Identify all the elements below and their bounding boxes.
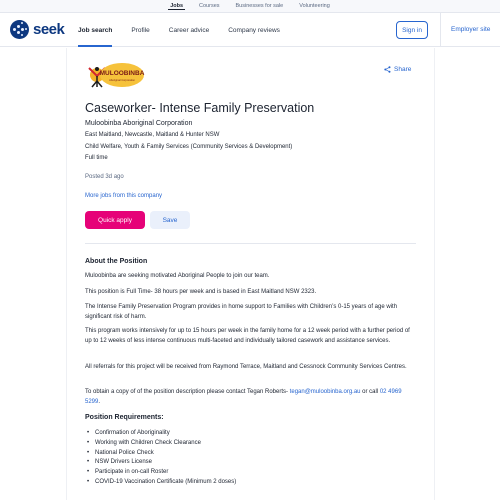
save-button[interactable]: Save [150,211,190,229]
more-jobs-link[interactable]: More jobs from this company [85,193,162,199]
main-nav: Job search Profile Career advice Company… [78,13,280,47]
share-button[interactable]: Share [384,66,411,73]
posted-date: Posted 3d ago [85,174,124,180]
seek-logo-text: seek [33,21,65,38]
list-item: Confirmation of Aboriginality [87,429,236,439]
description-paragraph: Muloobinba are seeking motivated Aborigi… [85,273,270,279]
muloobinba-logo-icon: MULOOBINBA Aboriginal Corporation [88,63,145,88]
contact-end: . [98,398,101,405]
section-divider [85,243,416,244]
about-heading: About the Position [85,258,148,265]
company-logo: MULOOBINBA Aboriginal Corporation [85,60,151,93]
description-paragraph: This position is Full Time- 38 hours per… [85,289,317,295]
sign-in-button[interactable]: Sign in [396,21,428,39]
topbar-link-businesses[interactable]: Businesses for sale [234,3,286,9]
list-item: Working with Children Check Clearance [87,439,236,449]
contact-paragraph: To obtain a copy of of the position desc… [85,388,417,407]
share-label: Share [394,66,412,73]
description-paragraph: The Intense Family Preservation Program … [85,304,398,320]
contact-email-link[interactable]: tegan@muloobinba.org.au [290,389,361,395]
seek-logo-icon [10,20,29,39]
requirements-list: Confirmation of Aboriginality Working wi… [87,429,236,488]
job-classification: Child Welfare, Youth & Family Services (… [85,144,293,150]
svg-text:MULOOBINBA: MULOOBINBA [100,70,145,77]
job-title: Caseworker- Intense Family Preservation [85,101,315,115]
job-work-type: Full time [85,155,108,161]
description-paragraph: This program works intensively for up to… [85,328,410,344]
requirements-heading: Position Requirements: [85,414,164,421]
svg-text:Aboriginal Corporation: Aboriginal Corporation [109,78,135,82]
list-item: Participate in on-call Roster [87,468,236,478]
contact-or: or call [360,389,380,395]
nav-profile[interactable]: Profile [131,13,149,47]
contact-text: To obtain a copy of of the position desc… [85,389,290,395]
quick-apply-button[interactable]: Quick apply [85,211,145,229]
job-location: East Maitland, Newcastle, Maitland & Hun… [85,132,220,138]
topbar-link-jobs[interactable]: Jobs [168,3,186,10]
seek-logo[interactable]: seek [10,20,65,39]
content-border-left [66,48,67,500]
content-border-right [434,48,435,500]
employer-site-link[interactable]: Employer site [451,26,490,33]
nav-company-reviews[interactable]: Company reviews [228,13,280,47]
share-icon [384,66,391,73]
top-utility-bar: Jobs Courses Businesses for sale Volunte… [0,0,500,13]
site-header: seek Job search Profile Career advice Co… [0,13,500,47]
header-divider [440,13,441,47]
topbar-link-courses[interactable]: Courses [197,3,221,9]
list-item: COVID-19 Vaccination Certificate (Minimu… [87,478,236,488]
list-item: NSW Drivers License [87,458,236,468]
advertiser-name[interactable]: Muloobinba Aboriginal Corporation [85,120,192,127]
nav-career-advice[interactable]: Career advice [169,13,209,47]
nav-job-search[interactable]: Job search [78,13,113,47]
list-item: National Police Check [87,449,236,459]
topbar-link-volunteering[interactable]: Volunteering [297,3,332,9]
description-paragraph: All referrals for this project will be r… [85,364,407,370]
